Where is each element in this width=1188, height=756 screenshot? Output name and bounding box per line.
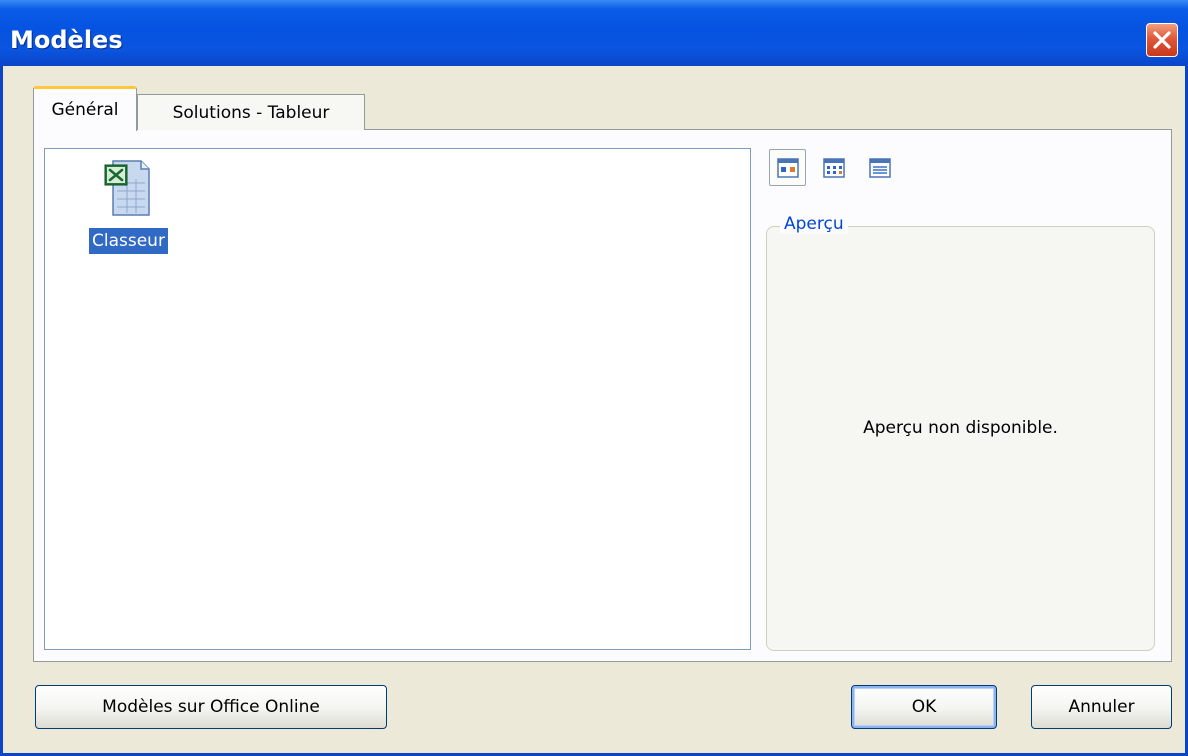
office-online-button-label: Modèles sur Office Online bbox=[102, 697, 320, 717]
tab-general[interactable]: Général bbox=[33, 86, 137, 131]
ok-button-label: OK bbox=[911, 697, 937, 717]
ok-button[interactable]: OK bbox=[851, 685, 997, 729]
preview-label: Aperçu bbox=[780, 214, 848, 234]
tab-solutions-label: Solutions - Tableur bbox=[172, 102, 330, 123]
office-online-button[interactable]: Modèles sur Office Online bbox=[35, 685, 387, 729]
cancel-button[interactable]: Annuler bbox=[1031, 685, 1172, 729]
list-view-button[interactable] bbox=[815, 149, 852, 186]
list-view-icon bbox=[822, 157, 845, 178]
tab-general-label: Général bbox=[51, 100, 119, 120]
tab-solutions-tableur[interactable]: Solutions - Tableur bbox=[137, 94, 365, 130]
window-title: Modèles bbox=[10, 26, 123, 54]
large-icons-view-icon bbox=[776, 157, 799, 178]
template-item-classeur[interactable]: Classeur bbox=[89, 157, 181, 263]
title-bar[interactable]: Modèles bbox=[0, 0, 1188, 66]
excel-workbook-icon bbox=[104, 160, 150, 216]
details-view-button[interactable] bbox=[861, 149, 898, 186]
preview-message: Aperçu non disponible. bbox=[863, 418, 1058, 438]
close-button[interactable] bbox=[1146, 23, 1178, 57]
large-icons-view-button[interactable] bbox=[769, 149, 806, 186]
close-icon bbox=[1153, 31, 1171, 49]
preview-group bbox=[766, 226, 1155, 651]
cancel-button-label: Annuler bbox=[1068, 697, 1135, 717]
details-view-icon bbox=[868, 157, 891, 178]
template-label-classeur: Classeur bbox=[89, 228, 168, 254]
